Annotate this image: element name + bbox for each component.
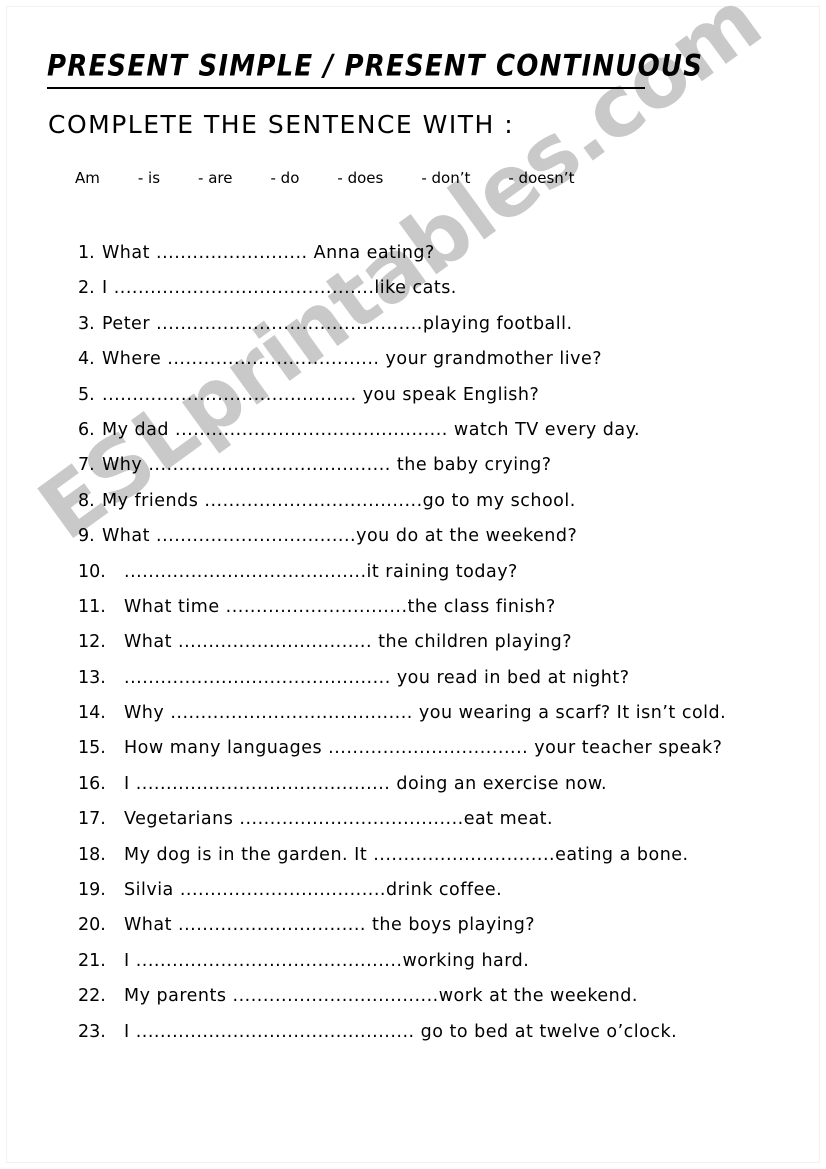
exercise-sentence[interactable]: What .................................yo…	[102, 526, 577, 546]
exercise-sentence[interactable]: What ......................... Anna eati…	[102, 243, 435, 263]
exercise-number: 8.	[78, 490, 95, 511]
word-bank-item: - don’t	[421, 169, 471, 187]
exercise-item: 11. What time ...........................…	[78, 597, 798, 632]
exercise-list: 1. What ......................... Anna ea…	[78, 243, 798, 1057]
word-bank-item: - do	[270, 169, 300, 187]
exercise-item: 23. I ...................................…	[78, 1022, 798, 1057]
exercise-sentence[interactable]: I ......................................…	[102, 278, 457, 298]
exercise-item: 22. My parents ..........................…	[78, 986, 798, 1021]
exercise-number: 19.	[78, 880, 106, 901]
worksheet-page: ESLprintables.com PRESENT SIMPLE / PRESE…	[0, 0, 826, 1169]
exercise-item: 17. Vegetarians .........................…	[78, 809, 798, 844]
exercise-item: 1. What ......................... Anna ea…	[78, 243, 798, 278]
exercise-sentence[interactable]: ........................................…	[124, 562, 518, 582]
exercise-sentence[interactable]: Why ....................................…	[124, 703, 726, 723]
word-bank-item: - doesn’t	[508, 169, 575, 187]
exercise-item: 10......................................…	[78, 562, 798, 597]
exercise-sentence[interactable]: My dad .................................…	[102, 420, 640, 440]
exercise-number: 1.	[78, 243, 95, 263]
exercise-number: 18.	[78, 844, 106, 865]
exercise-number: 13.	[78, 667, 106, 688]
exercise-number: 22.	[78, 986, 106, 1007]
exercise-item: 9. What .................................…	[78, 526, 798, 561]
exercise-number: 5.	[78, 384, 95, 405]
exercise-item: 2. I ....................................…	[78, 278, 798, 313]
exercise-sentence[interactable]: My dog is in the garden. It ............…	[124, 845, 689, 865]
exercise-number: 6.	[78, 419, 95, 440]
exercise-item: 8. My friends ...........................…	[78, 491, 798, 526]
word-bank-item: - are	[198, 169, 233, 187]
exercise-sentence[interactable]: I ......................................…	[124, 951, 529, 971]
word-bank-item: Am	[75, 169, 100, 187]
exercise-number: 23.	[78, 1021, 106, 1042]
exercise-number: 14.	[78, 703, 106, 724]
exercise-item: 3. Peter ................................…	[78, 314, 798, 349]
exercise-number: 7.	[78, 455, 95, 476]
exercise-item: 19. Silvia ..............................…	[78, 880, 798, 915]
exercise-item: 20. What ............................... …	[78, 915, 798, 950]
exercise-item: 18. My dog is in the garden. It .........…	[78, 845, 798, 880]
exercise-number: 17.	[78, 809, 106, 830]
exercise-sentence[interactable]: My parents .............................…	[124, 986, 638, 1006]
exercise-item: 6. My dad ...............................…	[78, 420, 798, 455]
exercise-sentence[interactable]: I ......................................…	[124, 774, 607, 794]
exercise-number: 10.	[78, 561, 106, 582]
word-bank-item: - does	[337, 169, 384, 187]
exercise-item: 15. How many languages ..................…	[78, 738, 798, 773]
exercise-number: 9.	[78, 526, 95, 547]
exercise-sentence[interactable]: Silvia .................................…	[124, 880, 502, 900]
exercise-item: 5.......................................…	[78, 385, 798, 420]
exercise-number: 11.	[78, 596, 106, 617]
exercise-sentence[interactable]: Why ....................................…	[102, 455, 552, 475]
word-bank-item: - is	[137, 169, 161, 187]
exercise-number: 2.	[78, 278, 95, 299]
exercise-sentence[interactable]: My friends .............................…	[102, 491, 576, 511]
exercise-sentence[interactable]: What time ..............................…	[124, 597, 556, 617]
exercise-item: 12. What ................................…	[78, 632, 798, 667]
exercise-number: 21.	[78, 950, 106, 971]
title-block: PRESENT SIMPLE / PRESENT CONTINUOUS	[47, 49, 704, 90]
exercise-sentence[interactable]: How many languages .....................…	[124, 738, 722, 758]
instructions-heading: COMPLETE THE SENTENCE WITH :	[48, 110, 515, 139]
exercise-item: 13......................................…	[78, 668, 798, 703]
exercise-sentence[interactable]: ........................................…	[102, 385, 539, 405]
exercise-number: 16.	[78, 773, 106, 794]
exercise-sentence[interactable]: What ................................ th…	[124, 632, 572, 652]
exercise-item: 16. I ...................................…	[78, 774, 798, 809]
title-underline	[47, 87, 645, 90]
exercise-sentence[interactable]: What ............................... the…	[124, 915, 535, 935]
word-bank: Am - is - are - do - does - don’t - doesn’t	[75, 169, 574, 187]
exercise-sentence[interactable]: Peter ..................................…	[102, 314, 573, 334]
exercise-number: 20.	[78, 915, 106, 936]
exercise-number: 3.	[78, 313, 95, 334]
exercise-item: 21. I ...................................…	[78, 951, 798, 986]
exercise-item: 7. Why ..................................…	[78, 455, 798, 490]
exercise-item: 14. Why .................................…	[78, 703, 798, 738]
exercise-number: 4.	[78, 349, 95, 370]
page-title: PRESENT SIMPLE / PRESENT CONTINUOUS	[47, 49, 704, 84]
exercise-number: 15.	[78, 738, 106, 759]
exercise-item: 4. Where ................................…	[78, 349, 798, 384]
exercise-sentence[interactable]: Vegetarians ............................…	[124, 809, 553, 829]
exercise-sentence[interactable]: Where ..................................…	[102, 349, 602, 369]
exercise-sentence[interactable]: ........................................…	[124, 668, 630, 688]
exercise-sentence[interactable]: I ......................................…	[124, 1022, 677, 1042]
exercise-number: 12.	[78, 632, 106, 653]
